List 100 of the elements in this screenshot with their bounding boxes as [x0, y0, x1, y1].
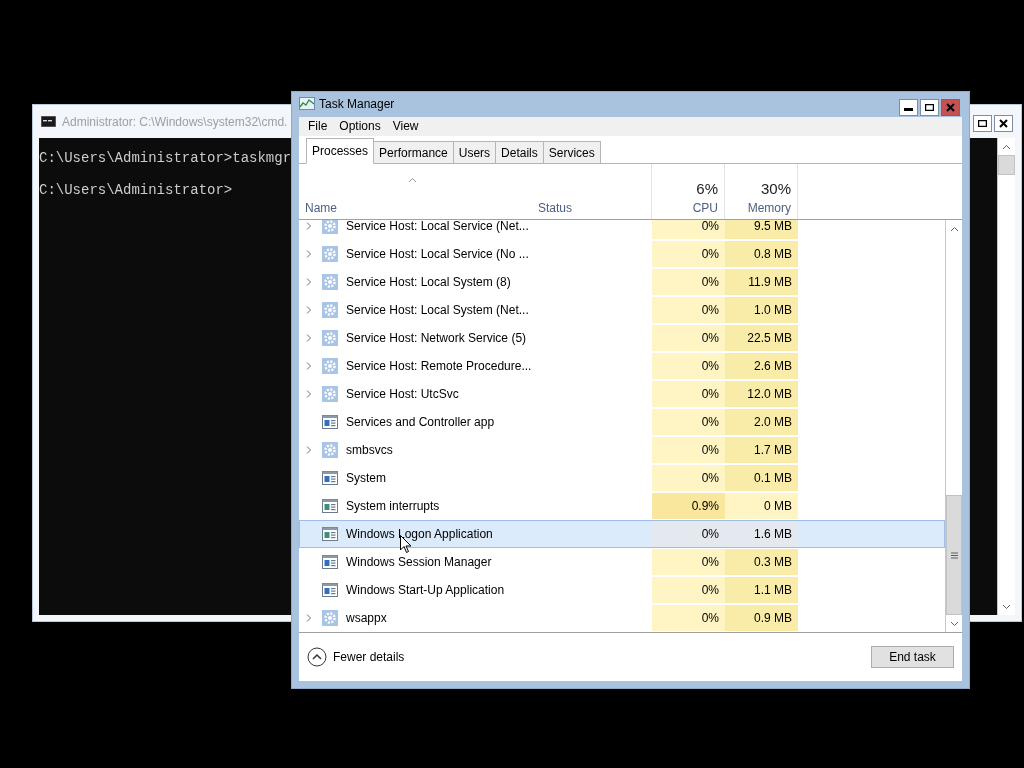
process-name: Windows Start-Up Application	[346, 583, 505, 597]
cpu-cell: 0%	[652, 297, 725, 323]
chevron-icon[interactable]	[304, 221, 314, 231]
gear-icon	[322, 442, 338, 458]
gear-icon	[322, 386, 338, 402]
process-row[interactable]: Service Host: UtcSvc 0% 12.0 MB	[299, 380, 945, 408]
gear-icon	[322, 220, 338, 234]
maximize-button[interactable]	[920, 99, 939, 116]
process-row[interactable]: Windows Start-Up Application 0% 1.1 MB	[299, 576, 945, 604]
column-header[interactable]: 6% CPU	[652, 164, 725, 219]
scroll-down-icon[interactable]	[949, 620, 959, 627]
menu-item[interactable]: View	[387, 119, 424, 134]
column-label: Status	[538, 201, 573, 215]
tab[interactable]: Services	[542, 141, 601, 163]
window-icon	[322, 499, 338, 513]
column-label: CPU	[692, 201, 718, 215]
process-name: Service Host: Remote Procedure...	[346, 359, 532, 373]
scrollbar[interactable]	[945, 220, 962, 632]
chevron-icon[interactable]	[304, 333, 314, 343]
window-title: Administrator: C:\Windows\system32\cmd.	[62, 114, 288, 129]
process-row[interactable]: Service Host: Local Service (Net... 0% 9.5 MB	[299, 220, 945, 240]
process-row[interactable]: System 0% 0.1 MB	[299, 464, 945, 492]
memory-cell: 0.9 MB	[725, 605, 798, 631]
fewer-details-toggle[interactable]: Fewer details	[307, 647, 405, 667]
gear-icon	[322, 274, 338, 290]
process-row[interactable]: Service Host: Local Service (No ... 0% 0.8 MB	[299, 240, 945, 268]
window-icon	[322, 583, 338, 597]
cpu-cell: 0%	[652, 521, 725, 547]
process-row[interactable]: Service Host: Local System (8) 0% 11.9 MB	[299, 268, 945, 296]
cpu-cell: 0%	[652, 437, 725, 463]
gear-icon	[322, 330, 338, 346]
column-header[interactable]: Status	[532, 164, 652, 219]
scrollbar[interactable]	[997, 138, 1015, 615]
gear-icon	[322, 358, 338, 374]
process-row[interactable]: System interrupts 0.9% 0 MB	[299, 492, 945, 520]
memory-cell: 0.3 MB	[725, 549, 798, 575]
sort-caret-icon	[407, 177, 417, 183]
toggle-label: Fewer details	[333, 650, 405, 664]
process-row[interactable]: Service Host: Network Service (5) 0% 22.5 MB	[299, 324, 945, 352]
process-name: System interrupts	[346, 499, 440, 513]
window-title: Task Manager	[319, 97, 395, 112]
cpu-cell: 0%	[652, 381, 725, 407]
maximize-icon	[978, 120, 987, 127]
scroll-up-icon[interactable]	[949, 225, 959, 232]
tab[interactable]: Users	[452, 141, 497, 163]
memory-cell: 2.0 MB	[725, 409, 798, 435]
process-row[interactable]: Services and Controller app 0% 2.0 MB	[299, 408, 945, 436]
memory-cell: 1.1 MB	[725, 577, 798, 603]
process-name: smbsvcs	[346, 443, 393, 457]
console-icon	[41, 116, 56, 127]
process-row[interactable]: Service Host: Remote Procedure... 0% 2.6 MB	[299, 352, 945, 380]
minimize-button[interactable]	[899, 99, 918, 116]
chevron-icon[interactable]	[304, 277, 314, 287]
cpu-cell: 0%	[652, 353, 725, 379]
cpu-cell: 0%	[652, 549, 725, 575]
process-name: Service Host: Local System (8)	[346, 275, 511, 289]
cpu-cell: 0%	[652, 220, 725, 239]
process-row[interactable]: Service Host: Local System (Net... 0% 1.0 MB	[299, 296, 945, 324]
process-row[interactable]: Windows Logon Application 0% 1.6 MB	[299, 520, 945, 548]
gear-icon	[322, 246, 338, 262]
scroll-up-icon[interactable]	[1002, 143, 1011, 150]
window-icon	[322, 471, 338, 485]
chevron-icon[interactable]	[304, 361, 314, 371]
memory-cell: 22.5 MB	[725, 325, 798, 351]
chevron-icon[interactable]	[304, 613, 314, 623]
scroll-down-icon[interactable]	[1002, 603, 1011, 610]
column-header[interactable]: Name	[299, 164, 532, 219]
tab[interactable]: Performance	[373, 141, 454, 163]
memory-cell: 11.9 MB	[725, 269, 798, 295]
memory-cell: 0 MB	[725, 493, 798, 519]
tab[interactable]: Processes	[306, 138, 375, 164]
chevron-icon[interactable]	[304, 445, 314, 455]
scroll-thumb[interactable]	[998, 155, 1015, 175]
process-name: Service Host: Local Service (Net...	[346, 220, 529, 233]
tab[interactable]: Details	[495, 141, 544, 163]
maximize-button[interactable]	[973, 115, 992, 132]
process-row[interactable]: Windows Session Manager 0% 0.3 MB	[299, 548, 945, 576]
menu-item[interactable]: Options	[334, 119, 386, 134]
process-name: Services and Controller app	[346, 415, 495, 429]
collapse-circle-icon	[307, 647, 327, 667]
close-button[interactable]	[994, 115, 1013, 132]
console-line: C:\Users\Administrator>taskmgr	[39, 150, 292, 166]
memory-cell: 2.6 MB	[725, 353, 798, 379]
process-row[interactable]: wsappx 0% 0.9 MB	[299, 604, 945, 632]
column-header[interactable]: 30% Memory	[725, 164, 798, 219]
scroll-thumb[interactable]	[946, 495, 962, 615]
cpu-cell: 0%	[652, 577, 725, 603]
gear-icon	[322, 610, 338, 626]
memory-cell: 0.1 MB	[725, 465, 798, 491]
process-row[interactable]: smbsvcs 0% 1.7 MB	[299, 436, 945, 464]
chart-window-icon	[299, 97, 315, 112]
cpu-cell: 0%	[652, 241, 725, 267]
process-name: Service Host: Local Service (No ...	[346, 247, 529, 261]
end-task-button[interactable]: End task	[871, 646, 954, 668]
chevron-icon[interactable]	[304, 249, 314, 259]
window-icon	[322, 555, 338, 569]
menu-item[interactable]: File	[303, 119, 333, 134]
chevron-icon[interactable]	[304, 389, 314, 399]
cpu-cell: 0%	[652, 269, 725, 295]
chevron-icon[interactable]	[304, 305, 314, 315]
